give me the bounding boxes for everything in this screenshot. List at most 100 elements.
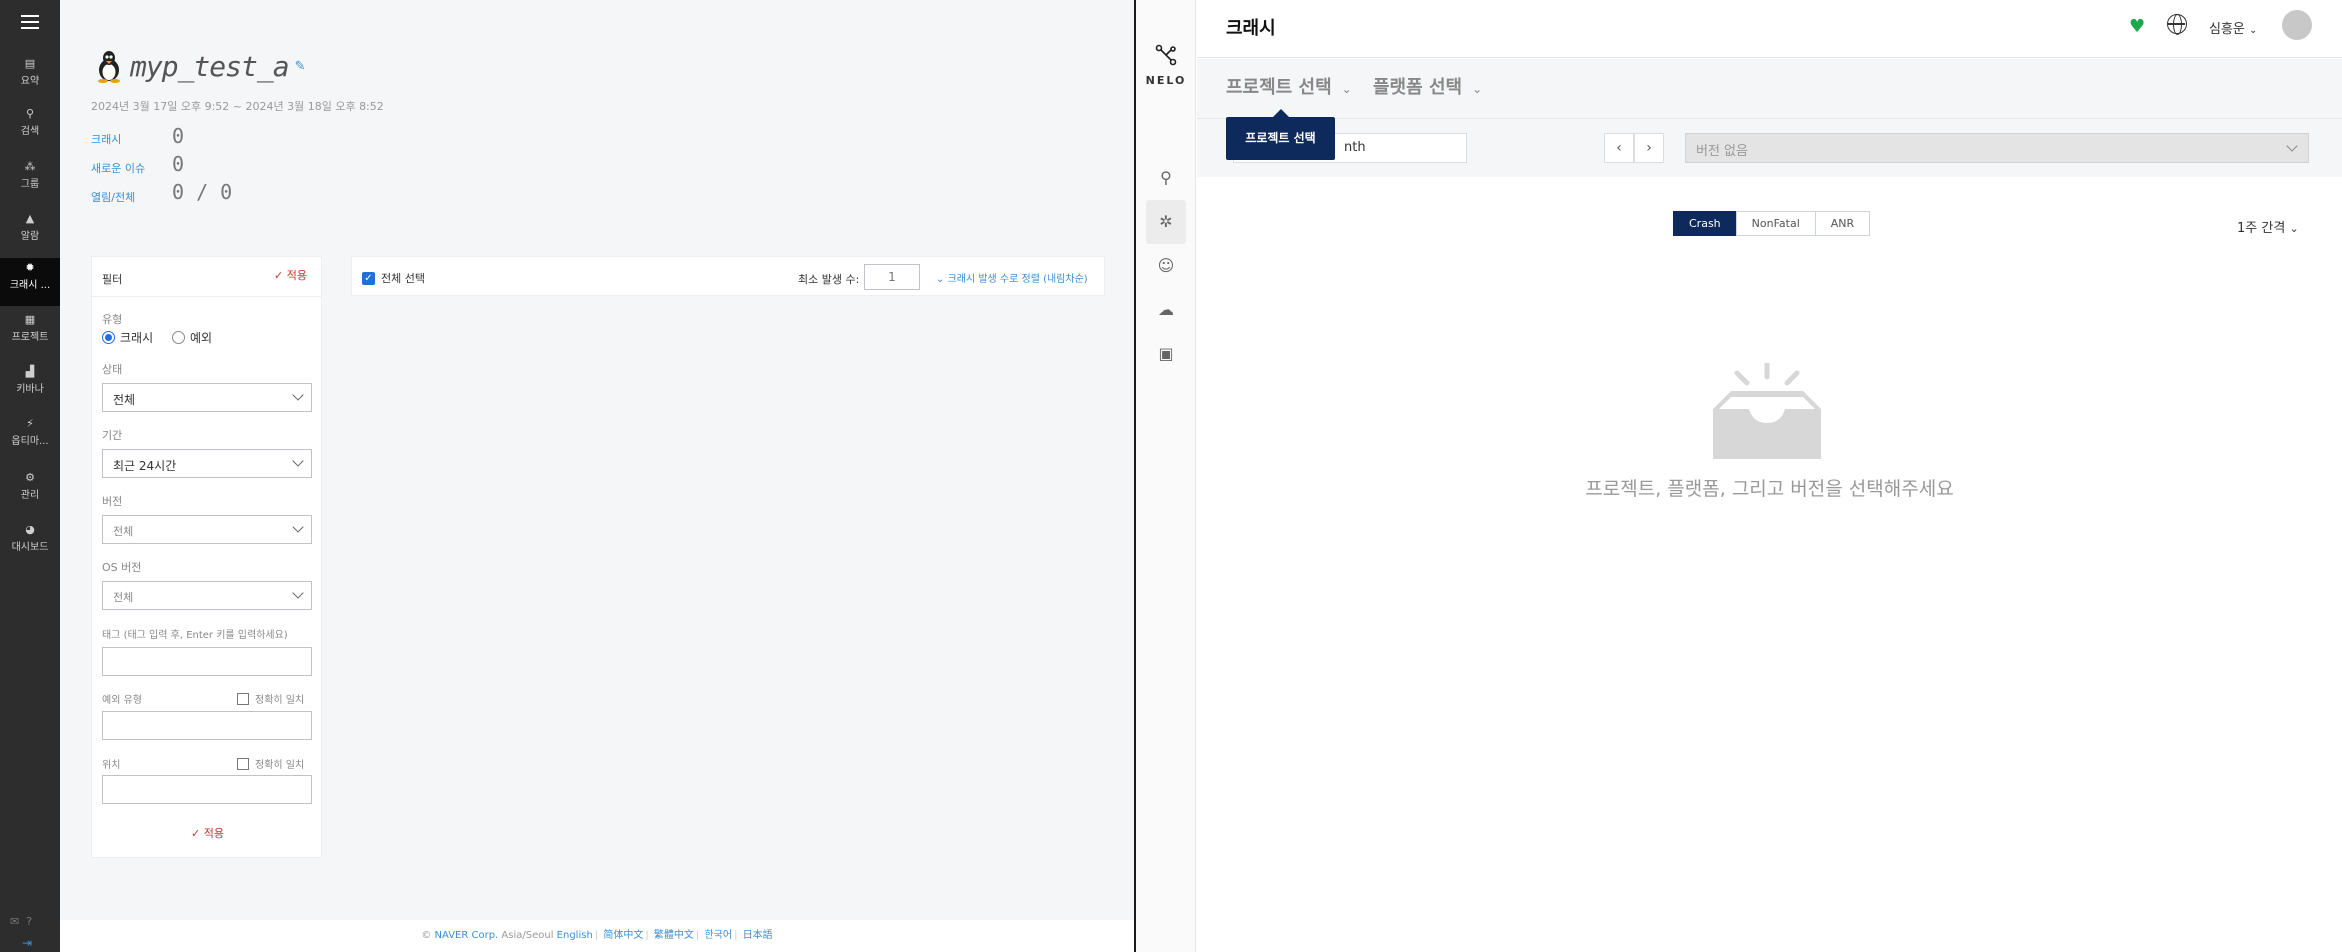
prev-period-button[interactable]: ‹: [1604, 133, 1634, 163]
crash-bug-icon[interactable]: ✲: [1146, 200, 1186, 244]
crash-list-header: ✓ 전체 선택 최소 발생 수: 1 ⌄ 크래시 발생 수로 정렬 (내림차순): [351, 256, 1105, 296]
logout-icon[interactable]: ⇥: [22, 936, 32, 950]
checkbox-unchecked-icon: [237, 692, 249, 705]
date-range: 2024년 3월 17일 오후 9:52 ~ 2024년 3월 18일 오후 8…: [91, 100, 384, 113]
nav-item-optimizer[interactable]: ⚡ 옵티마...: [0, 414, 60, 460]
copyright-symbol: ©: [421, 930, 435, 941]
user-settings-icon[interactable]: ☺: [1146, 244, 1186, 288]
platform-select-label: 플랫폼 선택: [1373, 77, 1463, 98]
version-select[interactable]: 버전 없음: [1685, 133, 2309, 163]
tab-anr[interactable]: ANR: [1814, 211, 1871, 236]
nav-item-admin[interactable]: ⚙ 관리: [0, 468, 60, 514]
chevron-right-icon: ›: [1646, 140, 1652, 156]
nav-item-project[interactable]: ▦ 프로젝트: [0, 310, 60, 356]
location-input[interactable]: [102, 775, 312, 804]
chevron-down-icon: [2286, 140, 2298, 152]
bell-icon: ▲: [25, 212, 35, 225]
nav-item-group[interactable]: ⁂ 그룹: [0, 157, 60, 203]
edit-icon[interactable]: ✎: [295, 59, 306, 74]
user-menu[interactable]: 심흥운 ⌄: [2209, 18, 2257, 37]
filter-apply-button-bottom[interactable]: ✓ 적용: [92, 825, 323, 841]
lang-korean[interactable]: 한국어: [704, 930, 732, 941]
lang-english[interactable]: English: [557, 930, 593, 941]
chat-icon[interactable]: ✉: [10, 915, 19, 928]
brand-name: NELO: [1145, 74, 1187, 87]
project-select-tooltip: 프로젝트 선택: [1226, 109, 1335, 160]
page-title: 크래시: [1226, 18, 1276, 39]
nav-item-label: 프로젝트: [11, 332, 49, 343]
platform-select[interactable]: 플랫폼 선택 ⌄: [1373, 73, 1482, 99]
filter-apply-button-top[interactable]: ✓ 적용: [274, 267, 307, 283]
exception-type-input[interactable]: [102, 711, 312, 740]
period-select[interactable]: 최근 24시간: [102, 449, 312, 478]
stat-new-issue-value: 0: [172, 152, 185, 176]
app-header: myp_test_a ✎: [96, 46, 305, 86]
tab-nonfatal[interactable]: NonFatal: [1735, 211, 1816, 236]
nav-item-search[interactable]: ⚲ 검색: [0, 104, 60, 150]
nav-item-dashboard[interactable]: ◕ 대시보드: [0, 520, 60, 566]
cloud-download-icon[interactable]: ☁: [1146, 288, 1186, 332]
tag-input[interactable]: [102, 647, 312, 676]
menu-icon[interactable]: [18, 12, 42, 32]
nav-item-label: 키바나: [16, 384, 44, 395]
lang-simplified-chinese[interactable]: 简体中文: [603, 930, 643, 941]
search-icon: ⚲: [25, 107, 35, 120]
tab-crash[interactable]: Crash: [1673, 211, 1737, 236]
tag-label: 태그 (태그 입력 후, Enter 키를 입력하세요): [102, 630, 288, 641]
version-select-value: 전체: [113, 525, 134, 538]
type-radio-crash[interactable]: 크래시: [102, 329, 153, 346]
location-exact-match-checkbox[interactable]: 정확히 일치: [237, 756, 304, 771]
lang-japanese[interactable]: 日本語: [743, 930, 773, 941]
filter-panel: 필터 ✓ 적용 유형 크래시 예외 상태 전체 기간 최근 24시간 버전 전체…: [91, 256, 322, 858]
check-icon: ✓: [274, 269, 287, 282]
selection-bar: 프로젝트 선택 ⌄ 플랫폼 선택 ⌄: [1197, 59, 2342, 119]
chevron-down-icon: ⌄: [936, 274, 948, 285]
chevron-down-icon: [292, 389, 304, 401]
status-select[interactable]: 전체: [102, 383, 312, 412]
stat-open-total-label[interactable]: 열림/전체: [91, 189, 135, 205]
project-select[interactable]: 프로젝트 선택 ⌄: [1226, 73, 1352, 99]
avatar[interactable]: [2282, 10, 2312, 40]
status-select-value: 전체: [113, 393, 136, 407]
nav-item-label: 요약: [20, 76, 40, 87]
stat-open-total-value: 0 / 0: [172, 180, 233, 204]
bolt-icon: ⚡: [26, 417, 34, 430]
nav-item-label: 그룹: [20, 179, 40, 190]
chevron-down-icon: ⌄: [2289, 222, 2299, 235]
corp-link[interactable]: NAVER Corp.: [435, 930, 499, 941]
nav-item-crash[interactable]: ✹ 크래시 ...: [0, 258, 60, 306]
exception-exact-match-checkbox[interactable]: 정확히 일치: [237, 691, 304, 706]
interval-select[interactable]: 1주 간격 ⌄: [2237, 217, 2299, 236]
version-select[interactable]: 전체: [102, 515, 312, 544]
globe-icon[interactable]: [2167, 14, 2187, 35]
chat-help-icons[interactable]: ✉ ?: [10, 915, 32, 928]
nav-item-label: 대시보드: [11, 542, 49, 553]
chevron-down-icon: ⌄: [1341, 82, 1352, 96]
search-icon[interactable]: ⚲: [1146, 156, 1186, 200]
nelo-logo[interactable]: NELO: [1136, 44, 1196, 87]
group-icon: ⁂: [24, 160, 36, 173]
chevron-down-icon: ⌄: [1472, 82, 1483, 96]
exception-type-label: 예외 유형: [102, 695, 142, 706]
sort-dropdown[interactable]: ⌄ 크래시 발생 수로 정렬 (내림차순): [936, 270, 1088, 285]
help-icon[interactable]: ?: [26, 915, 32, 928]
min-count-input[interactable]: 1: [864, 264, 920, 290]
apply-label: 적용: [203, 827, 224, 840]
os-version-select[interactable]: 전체: [102, 581, 312, 610]
lang-traditional-chinese[interactable]: 繁體中文: [654, 930, 694, 941]
next-period-button[interactable]: ›: [1634, 133, 1664, 163]
stat-new-issue-label[interactable]: 새로운 이슈: [91, 160, 145, 176]
nav-item-kibana[interactable]: ▟ 키바나: [0, 362, 60, 408]
os-version-label: OS 버전: [102, 561, 142, 574]
select-all-checkbox[interactable]: ✓ 전체 선택: [362, 270, 425, 286]
radio-label: 예외: [190, 331, 213, 345]
type-radio-exception[interactable]: 예외: [172, 329, 212, 346]
monitor-chart-icon[interactable]: ▣: [1146, 332, 1186, 376]
heart-icon[interactable]: ♥: [2129, 16, 2145, 37]
stat-crash-label[interactable]: 크래시: [91, 131, 121, 147]
nav-item-alarm[interactable]: ▲ 알람: [0, 209, 60, 255]
stat-crash-value: 0: [172, 124, 185, 148]
apply-label: 적용: [286, 269, 307, 282]
nav-item-summary[interactable]: ▤ 요약: [0, 54, 60, 100]
checkbox-checked-icon: ✓: [362, 271, 375, 285]
